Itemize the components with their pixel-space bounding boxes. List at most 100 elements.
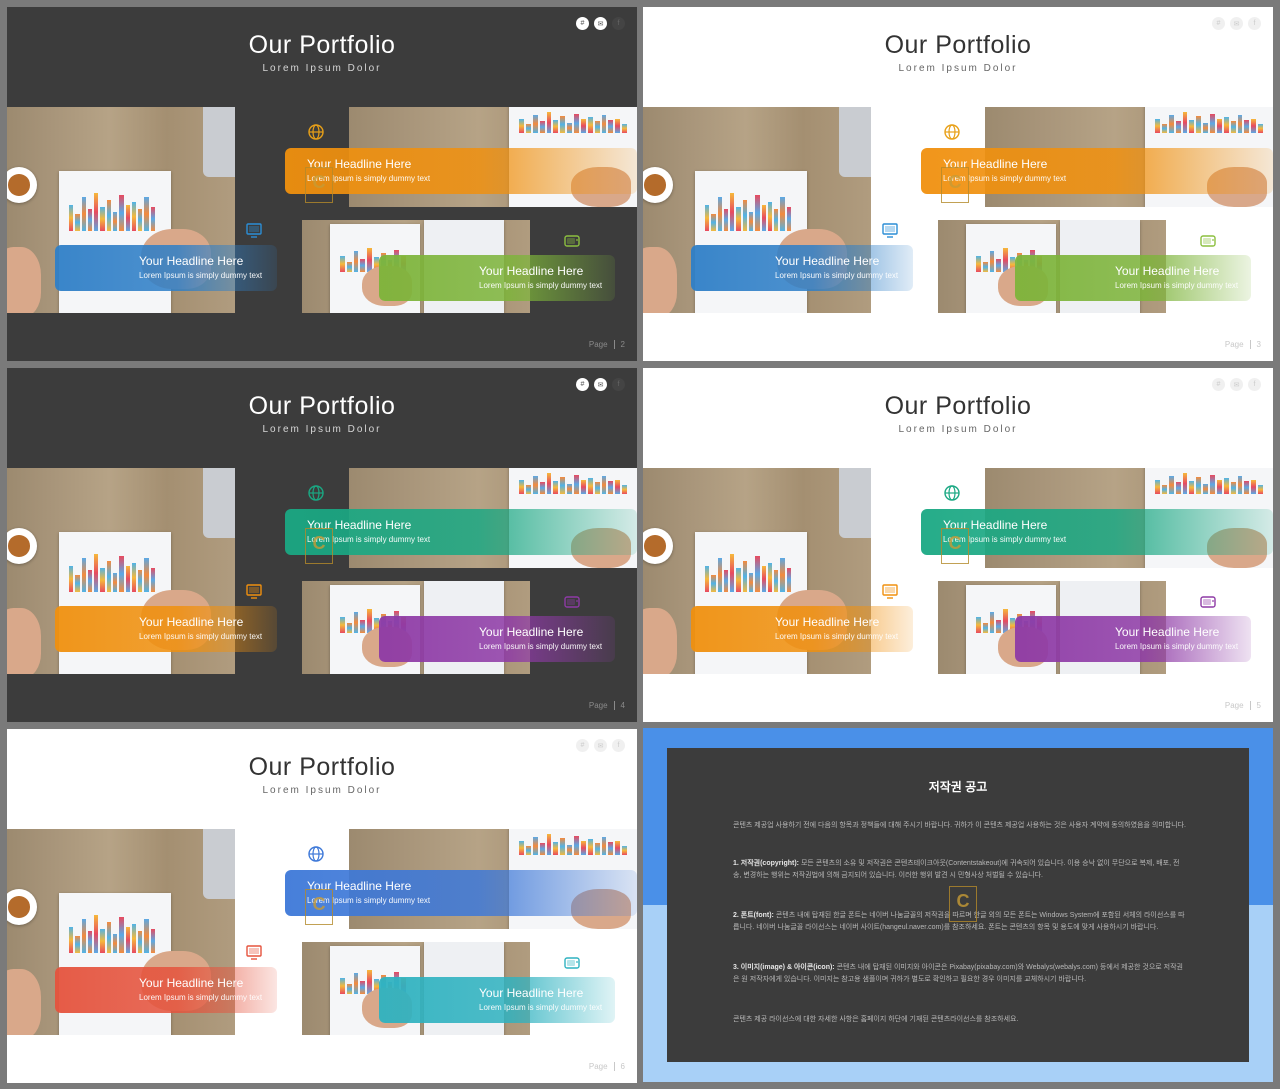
photo-bar <box>353 251 359 272</box>
photo-bar <box>525 484 531 494</box>
photo-bar <box>1175 482 1181 494</box>
banner-headline: Your Headline Here <box>1115 264 1220 278</box>
photo-bar <box>1175 121 1181 133</box>
photo-bar <box>730 192 735 231</box>
photo-bar <box>580 840 586 855</box>
laptop <box>203 829 235 899</box>
photo-bar <box>711 575 716 592</box>
coffee-cup <box>7 889 37 925</box>
photo-bar <box>113 572 118 592</box>
photo-bar <box>567 483 572 494</box>
share-icon[interactable]: # <box>1212 378 1225 391</box>
photo-bar <box>780 197 785 231</box>
copyright-notice-box: 저작권 공고 콘텐츠 제공업 사용하기 전에 다음의 항목과 정책들에 대해 주… <box>667 748 1249 1062</box>
photo-bar <box>982 622 988 633</box>
laptop <box>839 468 871 538</box>
photo-bar <box>119 917 124 953</box>
mail-icon[interactable]: ✉ <box>594 17 607 30</box>
page-separator <box>613 340 615 349</box>
mail-icon[interactable]: ✉ <box>594 739 607 752</box>
banner-headline: Your Headline Here <box>943 518 1048 532</box>
photo-bar <box>353 612 359 633</box>
photo-bar <box>780 558 785 592</box>
photo-bar <box>774 570 779 592</box>
notice-intro: 콘텐츠 제공업 사용하기 전에 다음의 항목과 정책들에 대해 주시기 바랍니다… <box>733 822 1186 829</box>
mail-icon[interactable]: ✉ <box>594 378 607 391</box>
photo-bar <box>1237 475 1243 494</box>
banner-right: Your Headline Here Lorem Ipsum is simply … <box>379 616 615 662</box>
hand-left <box>643 608 677 674</box>
photo-bar <box>1196 477 1202 494</box>
photo-bar <box>711 214 716 231</box>
facebook-icon[interactable]: f <box>612 17 625 30</box>
banner-top: Your Headline Here Lorem Ipsum is simply … <box>921 148 1273 194</box>
banner-text: Lorem Ipsum is simply dummy text <box>139 632 263 641</box>
photo-bar <box>996 258 1002 272</box>
photo-bar <box>705 204 710 231</box>
slide-subtitle: Lorem Ipsum Dolor <box>262 63 382 74</box>
slide-6: Our Portfolio Lorem Ipsum Dolor # ✉ f Your He… <box>7 729 637 1083</box>
mail-icon[interactable]: ✉ <box>1230 378 1243 391</box>
coffee-cup <box>643 528 673 564</box>
photo-bar <box>774 209 779 231</box>
photo-bar <box>587 478 593 494</box>
notice-title: 저작권 공고 <box>928 780 988 794</box>
photo-bar <box>150 568 155 592</box>
facebook-icon[interactable]: f <box>1248 378 1261 391</box>
photo-bar <box>1223 478 1229 494</box>
facebook-icon[interactable]: f <box>1248 17 1261 30</box>
photo-bar <box>94 192 99 231</box>
monitor-icon <box>881 582 899 600</box>
banner-left: Your Headline Here Lorem Ipsum is simply … <box>55 245 277 291</box>
photo-bar <box>150 929 155 953</box>
banner-text: Lorem Ipsum is simply dummy text <box>139 993 263 1002</box>
notice-copyright-label: 1. 저작권(copyright): <box>733 860 799 867</box>
photo-bar <box>736 207 741 231</box>
mail-icon[interactable]: ✉ <box>1230 17 1243 30</box>
photo-bar <box>94 553 99 592</box>
facebook-icon[interactable]: f <box>612 378 625 391</box>
facebook-icon[interactable]: f <box>612 739 625 752</box>
monitor-icon <box>245 221 263 239</box>
photo-bar <box>360 619 366 633</box>
banner-right: Your Headline Here Lorem Ipsum is simply … <box>1015 255 1251 301</box>
share-icon[interactable]: # <box>1212 17 1225 30</box>
photo-bar <box>761 565 766 592</box>
photo-bar <box>138 209 143 231</box>
photo-bar <box>87 209 93 231</box>
slide-nav-dots: # ✉ f <box>1212 378 1261 391</box>
coffee-cup <box>7 167 37 203</box>
share-icon[interactable]: # <box>576 378 589 391</box>
photo-bar <box>749 211 754 231</box>
slide-title: Our Portfolio <box>248 753 396 781</box>
photo-bar <box>100 929 105 953</box>
photo-bar <box>125 926 130 953</box>
photo-bar <box>546 473 552 494</box>
paper-chart <box>63 544 163 592</box>
banner-text: Lorem Ipsum is simply dummy text <box>943 535 1067 544</box>
notice-copyright: 1. 저작권(copyright): 모든 콘텐츠의 소유 및 저작권은 콘텐츠… <box>733 858 1187 882</box>
photo-bar <box>723 570 729 592</box>
page-number: Page 2 <box>589 340 625 349</box>
share-icon[interactable]: # <box>576 739 589 752</box>
slide-title: Our Portfolio <box>884 392 1032 420</box>
page-value: 4 <box>620 700 625 710</box>
share-icon[interactable]: # <box>576 17 589 30</box>
photo-bar <box>144 558 149 592</box>
photo-bar <box>75 214 80 231</box>
slide-title: Our Portfolio <box>248 392 396 420</box>
banner-headline: Your Headline Here <box>139 615 244 629</box>
tv-icon <box>1199 232 1217 250</box>
banner-left: Your Headline Here Lorem Ipsum is simply … <box>55 606 277 652</box>
slide-nav-dots: # ✉ f <box>576 378 625 391</box>
paper-chart <box>63 183 163 231</box>
banner-text: Lorem Ipsum is simply dummy text <box>479 642 603 651</box>
photo-bar <box>81 919 86 953</box>
photo-bar <box>346 622 352 633</box>
photo-bar <box>1230 482 1236 494</box>
page-number: Page 3 <box>1225 340 1261 349</box>
photo-bar <box>786 568 791 592</box>
tv-icon <box>563 232 581 250</box>
hand-left <box>7 969 41 1035</box>
photo-bar <box>532 114 538 133</box>
